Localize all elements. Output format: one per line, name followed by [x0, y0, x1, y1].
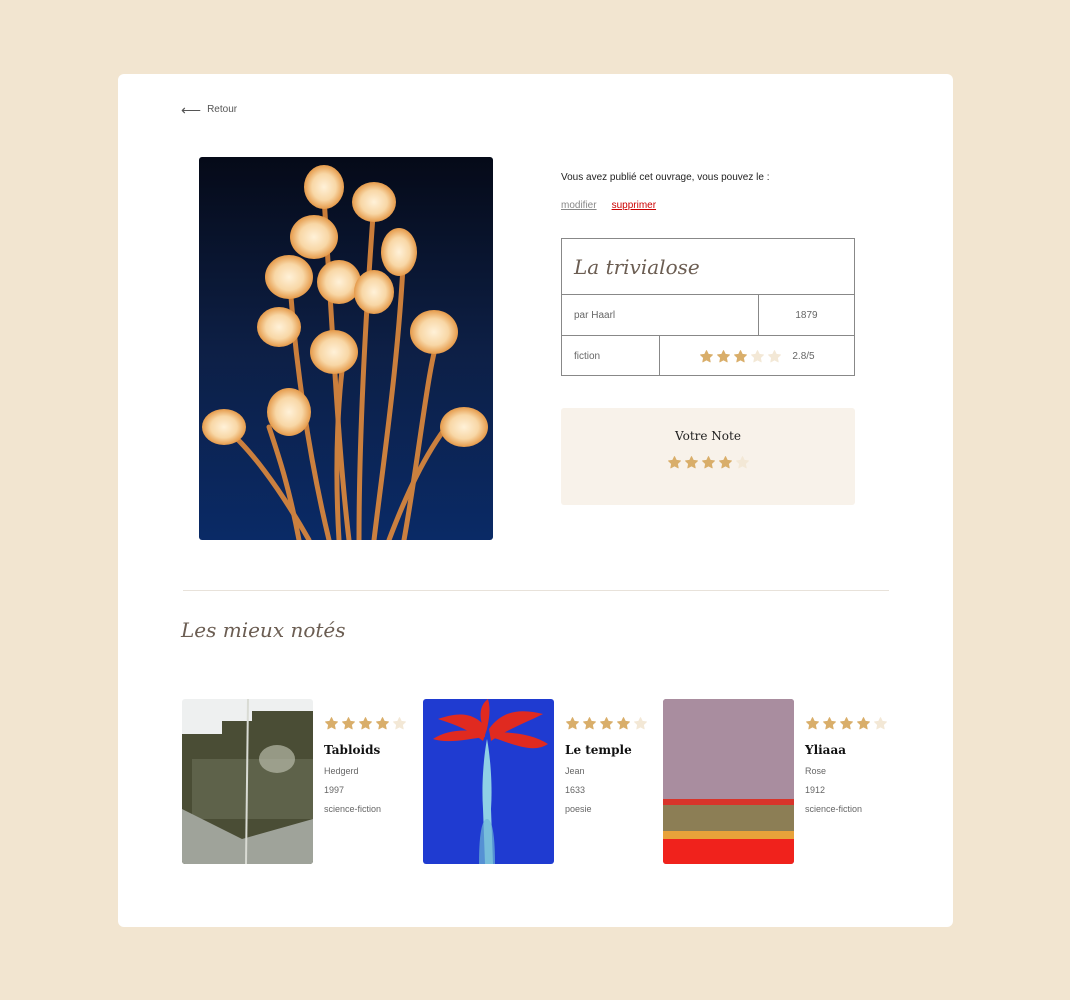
edit-link[interactable]: modifier	[561, 200, 597, 211]
book-genre: fiction	[562, 336, 660, 376]
book-author: Hedgerd	[324, 766, 359, 776]
rating-score: 2.8/5	[792, 350, 815, 362]
book-rating-stars	[805, 716, 888, 731]
book-genre: science-fiction	[324, 804, 382, 814]
star-filled-icon	[822, 716, 837, 731]
book-rating-stars	[565, 716, 648, 731]
star-filled-icon[interactable]	[701, 455, 716, 470]
book-author: Rose	[805, 766, 827, 776]
book-title: Yliaaa	[805, 743, 847, 757]
back-label: Retour	[207, 104, 238, 115]
book-year: 1912	[805, 785, 826, 795]
average-rating-stars	[699, 349, 782, 364]
delete-link[interactable]: supprimer	[612, 200, 656, 211]
user-vote-box: Votre Note	[561, 408, 855, 505]
book-title: Tabloids	[324, 743, 381, 757]
star-filled-icon[interactable]	[667, 455, 682, 470]
star-filled-icon	[599, 716, 614, 731]
section-divider	[183, 590, 889, 591]
star-empty-icon	[633, 716, 648, 731]
book-author: Jean	[565, 766, 585, 776]
vote-stars[interactable]	[561, 455, 855, 470]
arrow-left-icon: ⟵	[181, 101, 202, 118]
star-filled-icon	[805, 716, 820, 731]
book-genre: poesie	[565, 804, 592, 814]
star-empty-icon	[767, 349, 782, 364]
star-filled-icon	[856, 716, 871, 731]
top-rated-book-3[interactable]: Yliaaa Rose 1912 science-fiction	[663, 699, 893, 864]
star-filled-icon	[733, 349, 748, 364]
book-title: La trivialose	[574, 254, 700, 279]
star-empty-icon	[750, 349, 765, 364]
book-author: par Haarl	[562, 295, 759, 335]
book-rating-stars	[324, 716, 407, 731]
book-year: 1997	[324, 785, 345, 795]
book-thumbnail[interactable]	[663, 699, 794, 864]
back-link[interactable]: ⟵ Retour	[181, 101, 238, 118]
vote-label: Votre Note	[675, 429, 741, 443]
star-filled-icon	[839, 716, 854, 731]
owner-actions: modifier supprimer	[561, 200, 656, 211]
star-filled-icon	[358, 716, 373, 731]
star-empty-icon	[873, 716, 888, 731]
star-filled-icon[interactable]	[684, 455, 699, 470]
book-details-table: La trivialose par Haarl 1879 fiction 2.8…	[561, 238, 855, 376]
star-filled-icon[interactable]	[718, 455, 733, 470]
average-rating: 2.8/5	[660, 336, 854, 376]
star-filled-icon	[716, 349, 731, 364]
star-filled-icon	[565, 716, 580, 731]
star-filled-icon	[616, 716, 631, 731]
star-filled-icon	[341, 716, 356, 731]
top-rated-book-2[interactable]: Le temple Jean 1633 poesie	[423, 699, 653, 864]
top-rated-book-1[interactable]: Tabloids Hedgerd 1997 science-fiction	[182, 699, 412, 864]
star-filled-icon	[324, 716, 339, 731]
top-rated-title: Les mieux notés	[181, 618, 346, 642]
book-cover-image	[199, 157, 493, 540]
star-empty-icon	[392, 716, 407, 731]
book-genre: science-fiction	[805, 804, 863, 814]
star-filled-icon	[582, 716, 597, 731]
star-filled-icon	[699, 349, 714, 364]
book-thumbnail[interactable]	[423, 699, 554, 864]
book-detail-card: ⟵ Retour Vous avez publié cet ouvrage, v…	[118, 74, 953, 927]
star-empty-icon[interactable]	[735, 455, 750, 470]
book-title: Le temple	[565, 743, 632, 757]
book-year: 1879	[795, 309, 818, 321]
star-filled-icon	[375, 716, 390, 731]
book-year: 1633	[565, 785, 586, 795]
owner-message: Vous avez publié cet ouvrage, vous pouve…	[561, 172, 770, 183]
book-thumbnail[interactable]	[182, 699, 313, 864]
